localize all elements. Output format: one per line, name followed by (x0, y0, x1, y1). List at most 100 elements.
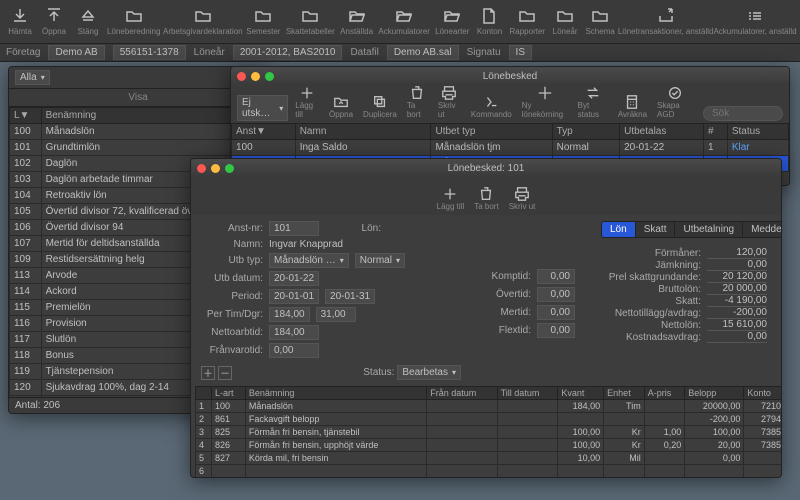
table-row[interactable]: 4826Förmån fri bensin, upphöjt värde100,… (196, 439, 783, 452)
nettoarbtid-input[interactable]: 184,00 (269, 325, 319, 340)
col-header[interactable]: A-pris (644, 387, 685, 400)
tool-skriv-ut[interactable]: Skriv ut (435, 83, 464, 121)
tool-stäng[interactable]: Stäng (72, 5, 104, 38)
remove-icon[interactable]: － (218, 366, 232, 380)
company-name: Demo AB (48, 45, 104, 60)
tab-lön[interactable]: Lön (602, 222, 636, 237)
search-input[interactable] (703, 106, 783, 121)
tool-lönetransaktioner, anställd[interactable]: Lönetransaktioner, anställd (619, 5, 712, 38)
table-row[interactable]: 2861Fackavgift belopp-200,002794 (196, 413, 783, 426)
tool-duplicera[interactable]: Duplicera (360, 92, 400, 121)
label: Utb typ: (201, 255, 263, 266)
period-to-input[interactable]: 20-01-31 (325, 289, 375, 304)
col-header[interactable]: Konto (744, 387, 782, 400)
tool-skattetabeller[interactable]: Skattetabeller (285, 5, 336, 38)
table-row[interactable]: 1100Månadslön184,00Tim20000,007210 (196, 400, 783, 413)
col-header[interactable]: Belopp (685, 387, 744, 400)
tool-skriv-ut[interactable]: Skriv ut (506, 184, 539, 213)
table-row[interactable]: 5827Körda mil, fri bensin10,00Mil0,00 (196, 452, 783, 465)
signature: IS (509, 45, 532, 60)
table-row[interactable]: 6 (196, 465, 783, 478)
tool-lägg-till[interactable]: Lägg till (434, 184, 468, 213)
tool-ny-lönekörning[interactable]: Ny lönekörning (519, 83, 571, 121)
zoom-icon[interactable] (265, 72, 274, 81)
label: Anst-nr: (201, 223, 263, 234)
tool-byt-status[interactable]: Byt status (575, 83, 611, 121)
filter-dropdown[interactable]: Ej utsk… (237, 95, 288, 121)
sum-value: 15 610,00 (707, 319, 767, 331)
tool-arbetsgivardeklaration[interactable]: Arbetsgivardeklaration (163, 5, 242, 38)
col-header[interactable]: Enhet (604, 387, 645, 400)
main-toolbar: HämtaÖppnaStängLöneberedningArbetsgivard… (0, 0, 800, 44)
typ-dropdown[interactable]: Normal (355, 253, 405, 268)
minimize-icon[interactable] (251, 72, 260, 81)
table-row[interactable]: 100Inga SaldoMånadslön tjmNormal20-01-22… (232, 140, 789, 156)
table-row[interactable]: 3825Förmån fri bensin, tjänstebil100,00K… (196, 426, 783, 439)
tab-meddelande[interactable]: Meddelande (743, 222, 782, 237)
col-header[interactable]: Kvant (558, 387, 604, 400)
tool-kommando[interactable]: Kommando (468, 92, 515, 121)
sum-value: 0,00 (707, 331, 767, 343)
utbtyp-dropdown[interactable]: Månadslön … (269, 253, 349, 268)
tool-lönearter[interactable]: Lönearter (433, 5, 471, 38)
col-header[interactable]: Typ (552, 124, 619, 140)
table-row[interactable]: 100Månadslön (10, 124, 267, 140)
status-dropdown[interactable]: Bearbetas (397, 365, 461, 380)
col-header[interactable]: Anst▼ (232, 124, 296, 140)
utbdatum-input[interactable]: 20-01-22 (269, 271, 319, 286)
col-header[interactable]: L▼ (10, 108, 42, 124)
tool-ta-bort[interactable]: Ta bort (404, 83, 431, 121)
add-icon[interactable]: ＋ (201, 366, 215, 380)
anst-nr-input[interactable]: 101 (269, 221, 319, 236)
tool-semester[interactable]: Semester (244, 5, 282, 38)
tool-ackumulatorer, anställd[interactable]: Ackumulatorer, anställd (714, 5, 796, 38)
tool-konton[interactable]: Konton (473, 5, 505, 38)
label: Datafil (350, 47, 378, 58)
pertim-input[interactable]: 184,00 (269, 307, 310, 322)
zoom-icon[interactable] (225, 164, 234, 173)
period-from-input[interactable]: 20-01-01 (269, 289, 319, 304)
col-header[interactable]: Utbet typ (431, 124, 552, 140)
tool-löneår[interactable]: Löneår (549, 5, 581, 38)
tool-skapa-agd[interactable]: Skapa AGD (654, 83, 696, 121)
label: Utb datum: (201, 273, 263, 284)
overtid-input[interactable]: 0,00 (537, 287, 575, 302)
minimize-icon[interactable] (211, 164, 220, 173)
close-icon[interactable] (197, 164, 206, 173)
label: Löneår (194, 47, 225, 58)
tool-öppna[interactable]: Öppna (38, 5, 70, 38)
sum-label: Bruttolön: (601, 284, 701, 295)
tool-öppna[interactable]: Öppna (326, 92, 356, 121)
col-header[interactable]: Till datum (497, 387, 558, 400)
table-row[interactable]: 101Grundtimlön (10, 140, 267, 156)
sum-label: Nettotillägg/avdrag: (601, 308, 701, 319)
label: Signatu (467, 47, 501, 58)
filter-dropdown[interactable]: Alla (15, 70, 50, 85)
col-header[interactable]: L-art (211, 387, 245, 400)
franvarotid-input[interactable]: 0,00 (269, 343, 319, 358)
sum-label: Jämkning: (601, 260, 701, 271)
tool-anställda[interactable]: Anställda (338, 5, 375, 38)
tool-ackumulatorer[interactable]: Ackumulatorer (377, 5, 431, 38)
col-header[interactable]: # (703, 124, 727, 140)
tab-skatt[interactable]: Skatt (636, 222, 676, 237)
col-header[interactable]: Namn (295, 124, 431, 140)
tool-schema[interactable]: Schema (583, 5, 617, 38)
col-header[interactable]: Benämning (245, 387, 426, 400)
col-header[interactable]: Från datum (427, 387, 497, 400)
tool-rapporter[interactable]: Rapporter (507, 5, 547, 38)
tool-löneberedning[interactable]: Löneberedning (106, 5, 161, 38)
mertid-input[interactable]: 0,00 (537, 305, 575, 320)
col-header[interactable]: Utbetalas (620, 124, 704, 140)
col-header[interactable]: Status (727, 124, 788, 140)
tool-avräkna[interactable]: Avräkna (615, 92, 650, 121)
close-icon[interactable] (237, 72, 246, 81)
tool-lägg-till[interactable]: Lägg till (292, 83, 322, 121)
komptid-input[interactable]: 0,00 (537, 269, 575, 284)
tab-utbetalning[interactable]: Utbetalning (675, 222, 743, 237)
flextid-input[interactable]: 0,00 (537, 323, 575, 338)
tool-ta-bort[interactable]: Ta bort (471, 184, 501, 213)
tool-hämta[interactable]: Hämta (4, 5, 36, 38)
perdgr-input[interactable]: 31,00 (316, 307, 356, 322)
col-header[interactable] (196, 387, 212, 400)
